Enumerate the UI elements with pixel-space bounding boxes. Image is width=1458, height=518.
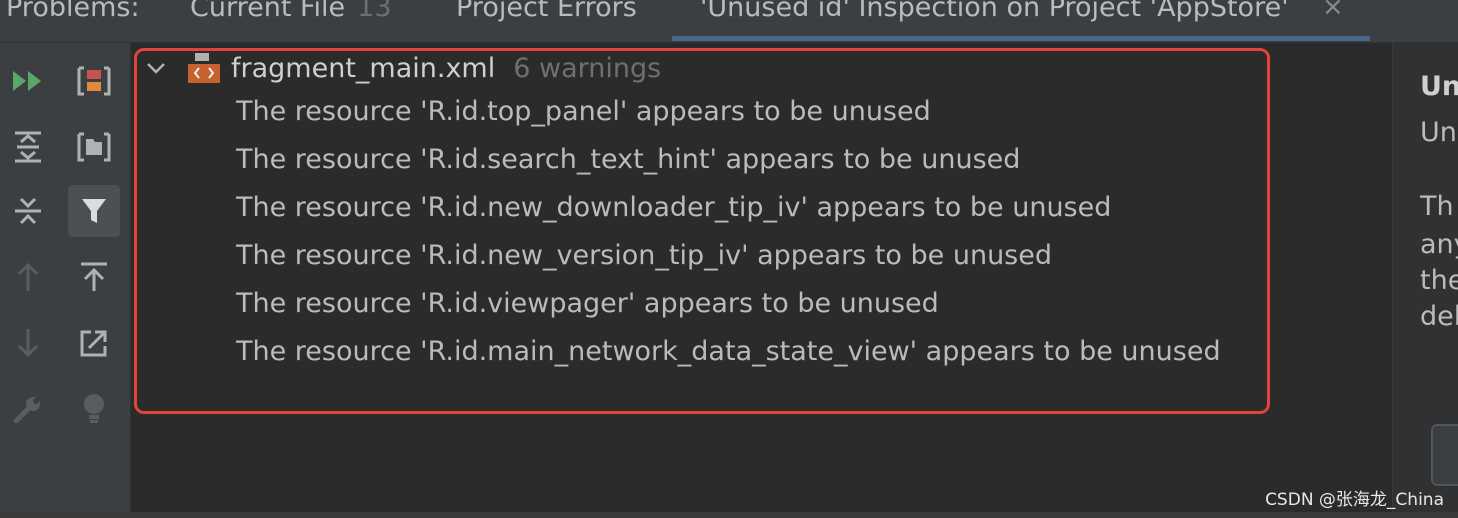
open-external-icon[interactable] (68, 317, 120, 369)
horizontal-scrollbar[interactable] (0, 512, 1458, 518)
quick-fix-icon[interactable] (68, 383, 120, 435)
group-by-severity-icon[interactable] (68, 55, 120, 107)
active-tab-indicator (672, 36, 1370, 41)
tab-current-file[interactable]: Current File 13 (190, 0, 392, 23)
inspection-description-panel: Un Un Th any the del (1392, 43, 1458, 518)
description-title: Un (1420, 71, 1458, 102)
description-line: del (1420, 301, 1458, 332)
collapse-all-icon[interactable] (2, 185, 54, 237)
problems-label: Problems: (6, 0, 140, 23)
problems-tab-bar: Problems: Current File 13 Project Errors … (0, 0, 1458, 43)
highlight-annotation (134, 48, 1270, 414)
close-tab-icon[interactable]: × (1322, 0, 1344, 22)
problems-toolbar (0, 43, 131, 518)
description-line: Un (1420, 117, 1457, 148)
description-line: the (1420, 265, 1458, 296)
next-icon[interactable] (2, 317, 54, 369)
fix-button[interactable] (1431, 424, 1458, 486)
description-line: any (1420, 229, 1458, 260)
tab-current-file-count: 13 (357, 0, 392, 23)
expand-all-icon[interactable] (2, 121, 54, 173)
tab-project-errors[interactable]: Project Errors (456, 0, 637, 23)
export-icon[interactable] (68, 251, 120, 303)
filter-icon[interactable] (68, 185, 120, 237)
run-icon[interactable] (2, 55, 54, 107)
description-line: Th (1420, 191, 1454, 222)
tab-current-file-label: Current File (190, 0, 346, 23)
previous-icon[interactable] (2, 251, 54, 303)
group-by-directory-icon[interactable] (68, 121, 120, 173)
tab-unused-id-inspection[interactable]: 'Unused id' Inspection on Project 'AppSt… (700, 0, 1289, 23)
watermark: CSDN @张海龙_China (1265, 490, 1444, 510)
settings-icon[interactable] (2, 383, 54, 435)
